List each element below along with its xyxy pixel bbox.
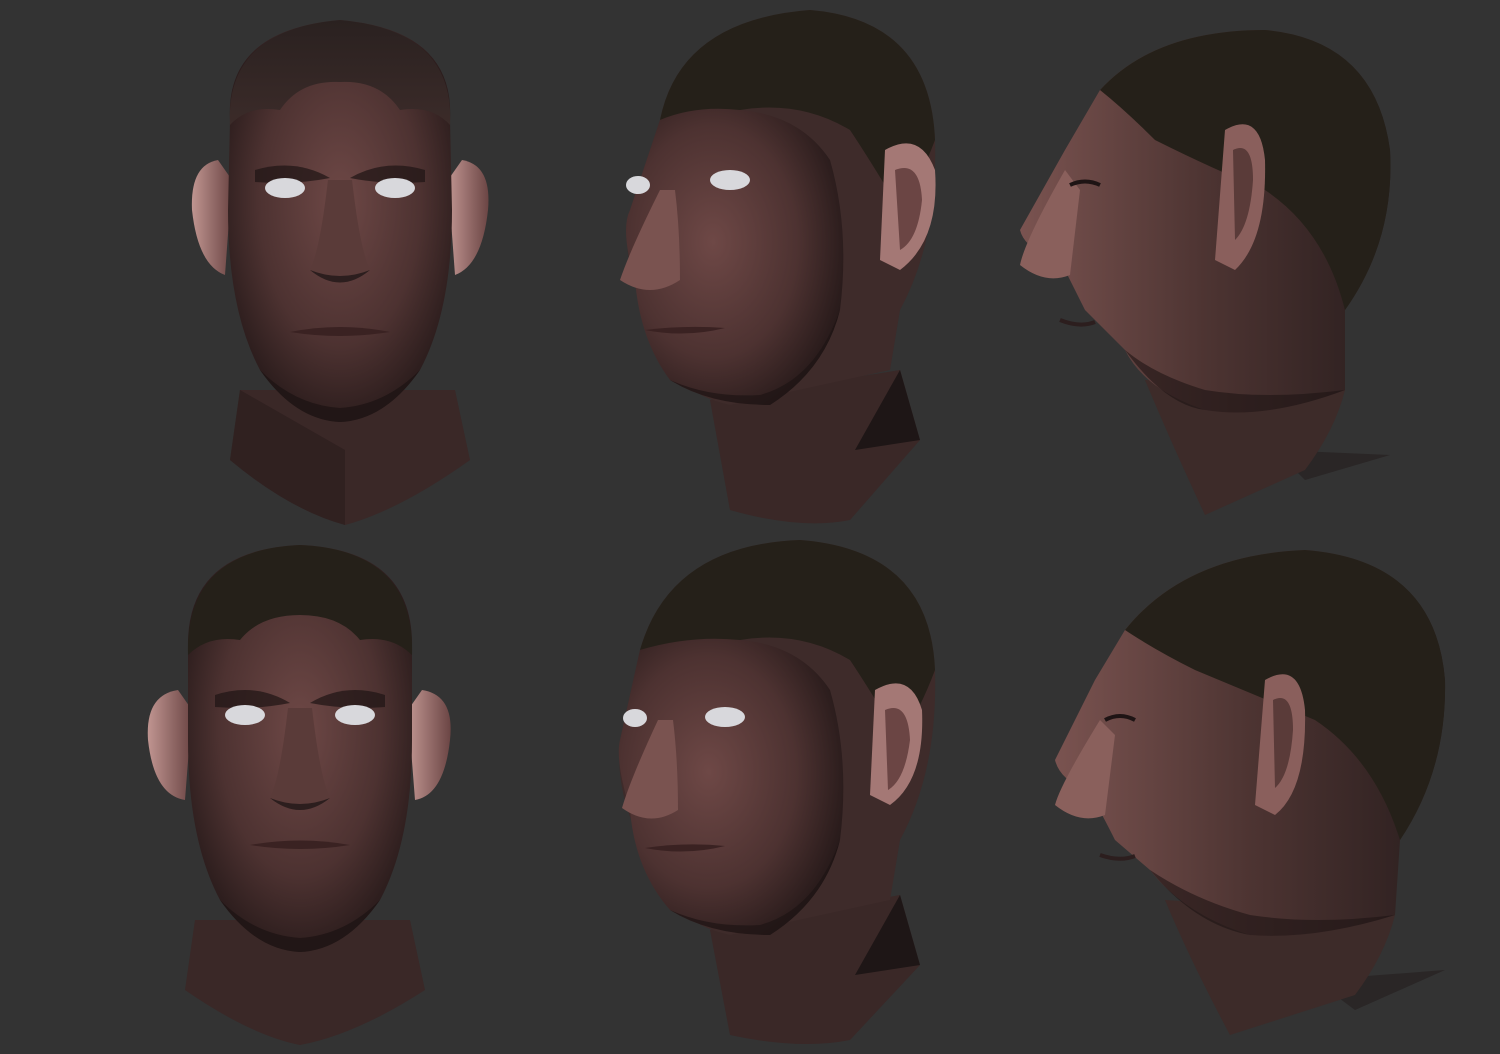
right-eye: [335, 705, 375, 725]
right-eye: [375, 178, 415, 198]
left-eye: [225, 705, 265, 725]
right-ear: [408, 690, 451, 800]
render-sheet: [0, 0, 1500, 1054]
right-eye: [705, 707, 745, 727]
right-eye: [710, 170, 750, 190]
left-eye: [265, 178, 305, 198]
left-ear: [191, 160, 232, 275]
head-render-profile: [1020, 30, 1391, 515]
mouth: [1099, 853, 1136, 861]
head-render-front: [147, 545, 451, 1045]
head-render-front: [191, 20, 489, 525]
right-ear: [448, 160, 489, 275]
mouth: [1059, 318, 1096, 327]
left-eye: [623, 709, 647, 727]
head-render-three-quarter: [620, 10, 936, 524]
left-ear: [147, 690, 192, 800]
left-eye: [626, 176, 650, 194]
head-render-three-quarter: [618, 540, 936, 1044]
head-render-profile: [1055, 550, 1446, 1035]
